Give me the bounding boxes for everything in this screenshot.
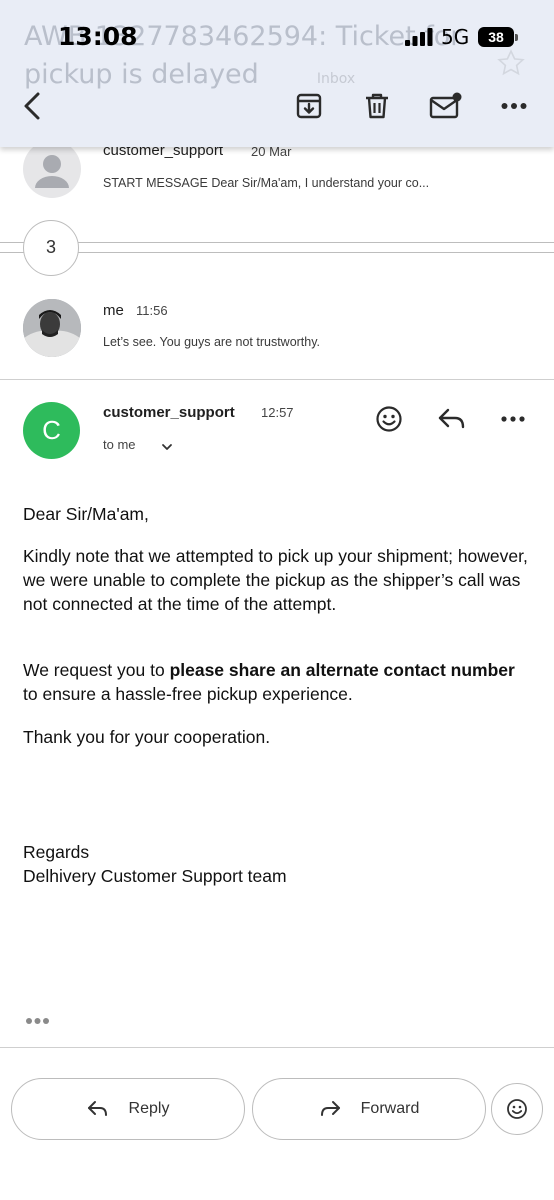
collapsed-divider [0, 242, 554, 243]
top-app-bar: AWB 1327783462594: Ticket for pickup is … [0, 0, 554, 147]
message-signoff: Regards [23, 842, 90, 862]
more-horizontal-icon [501, 103, 527, 109]
message-sender: customer_support [103, 404, 235, 421]
signal-icon [405, 28, 433, 46]
archive-icon [296, 93, 322, 119]
more-horizontal-icon [501, 416, 525, 422]
reply-button[interactable]: Reply [11, 1078, 245, 1140]
delete-button[interactable] [357, 86, 397, 126]
forward-button[interactable]: Forward [252, 1078, 486, 1140]
battery-indicator: 38 [478, 27, 518, 47]
recipient-label[interactable]: to me [103, 437, 136, 452]
emoji-icon [376, 406, 402, 432]
reply-icon [438, 408, 465, 429]
message-divider [0, 379, 554, 380]
inbox-label[interactable]: Inbox [317, 71, 355, 87]
message-signature: Delhivery Customer Support team [23, 866, 287, 886]
message-paragraph: We request you to please share an altern… [23, 658, 533, 706]
status-time: 13:08 [58, 22, 138, 51]
emoji-reaction-button[interactable] [491, 1083, 543, 1135]
message-sender: me [103, 302, 124, 319]
archive-button[interactable] [289, 86, 329, 126]
paragraph-emphasis: please share an alternate contact number [169, 660, 515, 680]
paragraph-text: to ensure a hassle-free pickup experienc… [23, 684, 353, 704]
reply-message-button[interactable] [435, 402, 469, 436]
show-trimmed-content-icon[interactable] [25, 1012, 51, 1030]
sender-avatar[interactable]: C [23, 402, 80, 459]
collapsed-messages-count[interactable]: 3 [23, 220, 79, 276]
chevron-left-icon [24, 92, 40, 120]
emoji-react-button[interactable] [372, 402, 406, 436]
message-paragraph: Kindly note that we attempted to pick up… [23, 546, 528, 614]
star-icon[interactable] [496, 48, 526, 78]
message-time: 12:57 [261, 405, 294, 420]
message-more-button[interactable] [496, 402, 530, 436]
forward-label: Forward [360, 1100, 420, 1117]
message-snippet[interactable]: Let’s see. You guys are not trustworthy. [103, 335, 320, 349]
mark-unread-icon [429, 92, 462, 119]
message-snippet[interactable]: START MESSAGE Dear Sir/Ma'am, I understa… [103, 176, 429, 190]
avatar[interactable] [23, 140, 81, 198]
person-icon [35, 155, 69, 188]
chevron-down-icon[interactable] [160, 440, 174, 454]
back-button[interactable] [12, 86, 52, 126]
forward-icon [320, 1101, 340, 1116]
collapsed-divider [0, 252, 554, 253]
message-time: 11:56 [136, 303, 168, 318]
reply-icon [87, 1101, 107, 1116]
avatar[interactable] [23, 299, 81, 357]
network-type: 5G [441, 25, 470, 49]
trash-icon [366, 93, 388, 119]
paragraph-text: We request you to [23, 660, 170, 680]
profile-photo [23, 299, 81, 357]
message-greeting: Dear Sir/Ma'am, [23, 504, 149, 524]
more-options-button[interactable] [494, 86, 534, 126]
message-paragraph: Thank you for your cooperation. [23, 727, 271, 747]
mark-unread-button[interactable] [426, 86, 466, 126]
emoji-icon [507, 1099, 527, 1119]
footer-divider [0, 1047, 554, 1048]
reply-label: Reply [128, 1100, 170, 1117]
